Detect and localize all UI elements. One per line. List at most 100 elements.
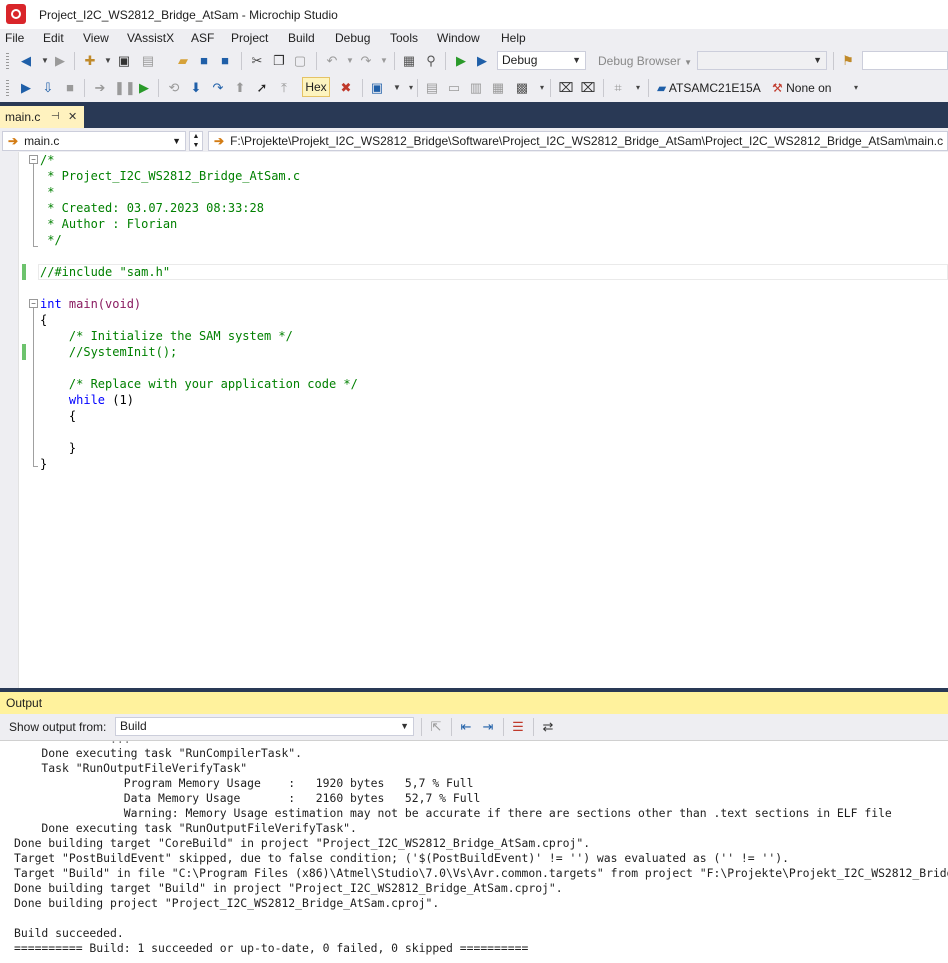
output-line: Target "Build" in file "C:\Program Files… (14, 866, 948, 880)
output-text-area[interactable]: ... Done executing task "RunCompilerTask… (0, 740, 948, 963)
open-file-icon[interactable]: ▰ (175, 53, 191, 69)
go-to-location-icon[interactable]: ⇱ (428, 719, 444, 735)
toolbar-options-icon[interactable]: ▾ (534, 80, 550, 96)
previous-message-icon[interactable]: ⇤ (458, 719, 474, 735)
undo-icon[interactable]: ↶ (324, 53, 340, 69)
menu-asf[interactable]: ASF (191, 31, 214, 45)
start-debugging-icon[interactable]: ▶ (453, 53, 469, 69)
toolbar-grip[interactable] (6, 80, 9, 96)
clear-breakpoints-icon[interactable]: ✖ (338, 80, 354, 96)
start-debug-icon[interactable]: ▶ (136, 80, 152, 96)
navigate-back-icon[interactable]: ◀ (18, 53, 34, 69)
menu-edit[interactable]: Edit (43, 31, 64, 45)
chip-erase-icon[interactable]: ⌗ (610, 80, 626, 96)
set-next-statement-icon[interactable]: ⤒ (276, 80, 292, 96)
stop-debugging-icon[interactable]: ■ (62, 80, 78, 96)
save-all-icon[interactable]: ■ (217, 53, 233, 69)
step-out-icon[interactable]: ⬆ (232, 80, 248, 96)
continue-icon[interactable]: ▶ (18, 80, 34, 96)
back-dropdown-icon[interactable]: ▼ (37, 53, 53, 69)
step-into-icon[interactable]: ⬇ (188, 80, 204, 96)
tab-main-c[interactable]: main.c ⊣ ✕ (0, 106, 84, 128)
word-wrap-icon[interactable]: ⇄ (540, 719, 556, 735)
toolbar-options-icon[interactable]: ▾ (848, 80, 864, 96)
quick-launch-icon[interactable]: ⚑ (840, 53, 856, 69)
quick-launch-input[interactable] (862, 51, 948, 70)
output-line: Done building target "Build" in project … (14, 881, 563, 895)
menu-vassistx[interactable]: VAssistX (127, 31, 174, 45)
file-scope-value: main.c (24, 134, 60, 148)
undo-dropdown-icon[interactable]: ▼ (342, 53, 358, 69)
code-line: //#include "sam.h" (40, 265, 171, 279)
output-panel-header[interactable]: Output (0, 692, 948, 714)
new-project-icon[interactable]: ✚ (82, 53, 98, 69)
standard-toolbar: ◀ ▼ ▶ ✚ ▼ ▣ ▤ ▰ ■ ■ ✂ ❐ ▢ ↶ ▼ ↷ ▼ ▦ ⚲ ▶ … (0, 48, 948, 74)
debug-browser-select[interactable]: ▼ (697, 51, 827, 70)
start-without-debugging-icon[interactable]: ▶ (474, 53, 490, 69)
add-item-icon[interactable]: ▣ (116, 53, 132, 69)
toolbar-options-icon[interactable]: ▾ (630, 80, 646, 96)
processor-view-icon[interactable]: ▥ (468, 80, 484, 96)
close-icon[interactable]: ✕ (68, 106, 77, 128)
copy-icon[interactable]: ❐ (271, 53, 287, 69)
step-into-device-icon[interactable]: ⇩ (40, 80, 56, 96)
file-scope-select[interactable]: ➔ main.c ▼ (2, 131, 186, 151)
program-chip-icon[interactable]: ⌧ (580, 80, 596, 96)
menu-view[interactable]: View (83, 31, 109, 45)
menu-tools[interactable]: Tools (390, 31, 418, 45)
menu-file[interactable]: File (5, 31, 24, 45)
windows-icon[interactable]: ▣ (369, 80, 385, 96)
save-icon[interactable]: ■ (196, 53, 212, 69)
code-line: * Project_I2C_WS2812_Bridge_AtSam.c (40, 169, 301, 183)
document-tab-strip: main.c ⊣ ✕ (0, 102, 948, 128)
editor-margin[interactable] (0, 152, 19, 689)
run-to-cursor-icon[interactable]: ➚ (254, 80, 270, 96)
member-scope-select[interactable]: ➔ F:\Projekte\Projekt_I2C_WS2812_Bridge\S… (208, 131, 948, 151)
device-selector[interactable]: ▰ ATSAMC21E15A (657, 81, 761, 95)
new-dropdown-icon[interactable]: ▼ (100, 53, 116, 69)
solution-explorer-icon[interactable]: ▦ (401, 53, 417, 69)
menu-build[interactable]: Build (288, 31, 315, 45)
code-editor[interactable]: − /* * Project_I2C_WS2812_Bridge_AtSam.c… (0, 152, 948, 689)
clear-all-icon[interactable]: ☰ (510, 719, 526, 735)
cut-icon[interactable]: ✂ (249, 53, 265, 69)
menu-project[interactable]: Project (231, 31, 268, 45)
disassembly-icon[interactable]: ▩ (514, 80, 530, 96)
paste-icon[interactable]: ▢ (292, 53, 308, 69)
redo-dropdown-icon[interactable]: ▼ (376, 53, 392, 69)
step-over-icon[interactable]: ↷ (210, 80, 226, 96)
menu-window[interactable]: Window (437, 31, 480, 45)
navigate-forward-icon[interactable]: ▶ (52, 53, 68, 69)
splitter-spin-button[interactable]: ▲ ▼ (189, 131, 203, 151)
code-line: */ (40, 233, 62, 247)
find-icon[interactable]: ⚲ (423, 53, 439, 69)
code-line: /* (40, 153, 55, 167)
tool-selector[interactable]: ⚒ None on (772, 81, 831, 95)
redo-icon[interactable]: ↷ (358, 53, 374, 69)
register-view-icon[interactable]: ▭ (446, 80, 462, 96)
chevron-down-icon: ▼ (400, 721, 409, 731)
solution-configuration-select[interactable]: Debug ▼ (497, 51, 586, 70)
output-line: Done building project "Project_I2C_WS281… (14, 896, 440, 910)
show-next-statement-icon[interactable]: ➔ (92, 80, 108, 96)
device-programming-icon[interactable]: ⌧ (558, 80, 574, 96)
next-message-icon[interactable]: ⇥ (480, 719, 496, 735)
output-line: Done building target "CoreBuild" in proj… (14, 836, 591, 850)
collapse-icon[interactable]: − (29, 155, 38, 164)
show-output-from-label: Show output from: (9, 720, 107, 734)
toolbar-grip[interactable] (6, 53, 9, 69)
current-line-highlight (38, 264, 948, 280)
menu-help[interactable]: Help (501, 31, 526, 45)
hex-display-toggle[interactable]: Hex (302, 77, 330, 97)
io-view-icon[interactable]: ▦ (490, 80, 506, 96)
collapse-icon[interactable]: − (29, 299, 38, 308)
memory-view-icon[interactable]: ▤ (424, 80, 440, 96)
debug-browser-button[interactable]: Debug Browser ▼ (598, 54, 692, 68)
pin-icon[interactable]: ⊣ (51, 106, 60, 128)
menu-debug[interactable]: Debug (335, 31, 370, 45)
arrow-right-icon: ➔ (214, 134, 225, 148)
output-source-select[interactable]: Build ▼ (115, 717, 414, 736)
break-all-icon[interactable]: ❚❚ (114, 80, 136, 96)
step-over-disabled-icon[interactable]: ⟲ (166, 80, 182, 96)
add-existing-icon[interactable]: ▤ (140, 53, 156, 69)
